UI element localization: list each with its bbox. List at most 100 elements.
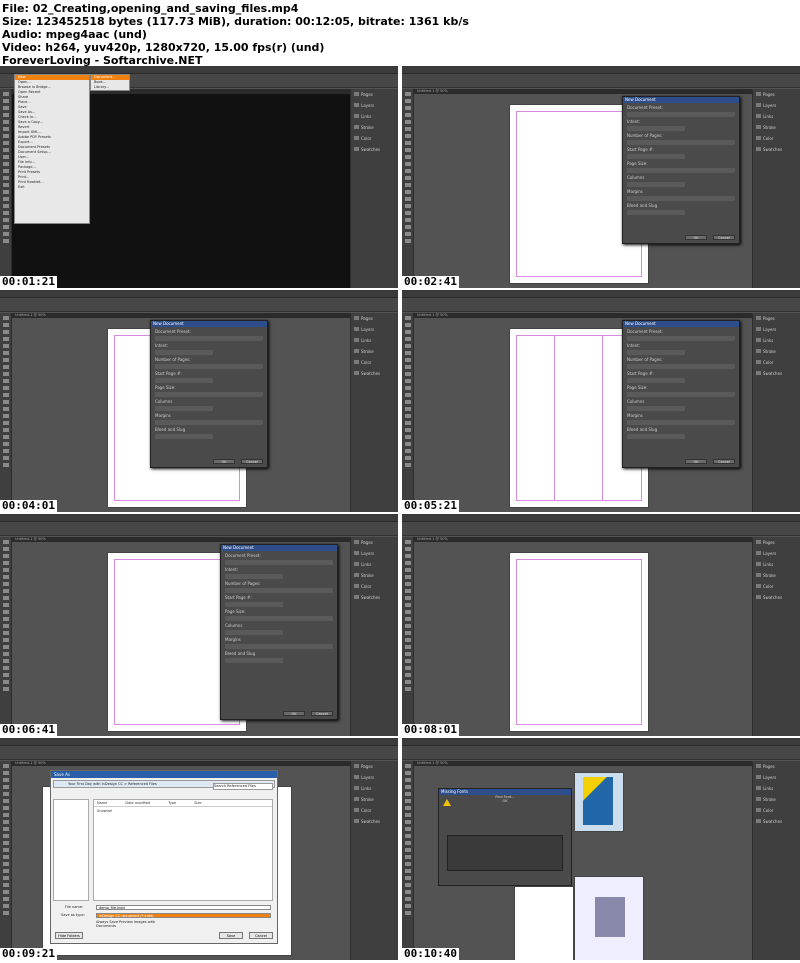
panel-tab[interactable]: Pages [753, 89, 800, 100]
tool-icon[interactable] [404, 778, 411, 782]
panel-tab[interactable]: Links [753, 559, 800, 570]
tool-icon[interactable] [2, 680, 9, 684]
submenu-item[interactable]: Library... [91, 85, 129, 90]
tool-icon[interactable] [2, 211, 9, 215]
tool-icon[interactable] [404, 239, 411, 243]
dialog-field[interactable] [627, 112, 735, 117]
ok-button[interactable]: OK [685, 459, 707, 464]
dialog-field[interactable] [627, 196, 735, 201]
tool-icon[interactable] [404, 197, 411, 201]
tool-icon[interactable] [2, 890, 9, 894]
ok-button[interactable]: OK [283, 711, 305, 716]
panel-tab[interactable]: Layers [753, 324, 800, 335]
panel-tab[interactable]: Stroke [351, 122, 398, 133]
tool-icon[interactable] [404, 827, 411, 831]
tool-icon[interactable] [404, 547, 411, 551]
dialog-field[interactable] [155, 350, 213, 355]
tool-icon[interactable] [404, 106, 411, 110]
tool-icon[interactable] [404, 813, 411, 817]
tool-icon[interactable] [404, 624, 411, 628]
tool-icon[interactable] [2, 204, 9, 208]
dialog-field[interactable] [627, 140, 735, 145]
tool-icon[interactable] [2, 603, 9, 607]
tool-icon[interactable] [404, 561, 411, 565]
panel-tab[interactable]: Color [351, 133, 398, 144]
tool-icon[interactable] [2, 778, 9, 782]
column-header[interactable]: Type [168, 801, 176, 805]
dialog-field[interactable] [627, 336, 735, 341]
tool-icon[interactable] [2, 113, 9, 117]
tool-icon[interactable] [2, 799, 9, 803]
panel-tab[interactable]: Swatches [351, 816, 398, 827]
panel-tab[interactable]: Stroke [753, 570, 800, 581]
menu-item[interactable]: Exit [15, 185, 89, 190]
dialog-field[interactable] [627, 350, 685, 355]
tool-icon[interactable] [2, 337, 9, 341]
tool-icon[interactable] [2, 323, 9, 327]
tool-icon[interactable] [404, 190, 411, 194]
tool-icon[interactable] [404, 568, 411, 572]
tool-icon[interactable] [2, 813, 9, 817]
tool-icon[interactable] [404, 134, 411, 138]
dialog-field[interactable] [155, 336, 263, 341]
tool-icon[interactable] [404, 617, 411, 621]
panel-tab[interactable]: Links [351, 335, 398, 346]
tool-icon[interactable] [404, 449, 411, 453]
panel-tab[interactable]: Stroke [351, 570, 398, 581]
cancel-button[interactable]: Cancel [713, 235, 735, 240]
dialog-field[interactable] [627, 154, 685, 159]
dialog-field[interactable] [225, 560, 333, 565]
tool-icon[interactable] [404, 855, 411, 859]
tool-icon[interactable] [404, 337, 411, 341]
tool-icon[interactable] [2, 610, 9, 614]
panel-tab[interactable]: Pages [351, 89, 398, 100]
tool-icon[interactable] [2, 687, 9, 691]
tool-icon[interactable] [404, 225, 411, 229]
tool-icon[interactable] [2, 596, 9, 600]
dialog-field[interactable] [627, 392, 735, 397]
tool-icon[interactable] [404, 589, 411, 593]
tool-icon[interactable] [404, 652, 411, 656]
tool-icon[interactable] [404, 428, 411, 432]
tool-icon[interactable] [404, 127, 411, 131]
tool-icon[interactable] [404, 834, 411, 838]
panel-tab[interactable]: Pages [351, 761, 398, 772]
panel-tab[interactable]: Swatches [753, 592, 800, 603]
tool-icon[interactable] [2, 631, 9, 635]
tool-icon[interactable] [2, 148, 9, 152]
tool-icon[interactable] [2, 225, 9, 229]
tool-icon[interactable] [2, 428, 9, 432]
tool-icon[interactable] [404, 148, 411, 152]
tool-icon[interactable] [404, 351, 411, 355]
tool-icon[interactable] [404, 155, 411, 159]
tool-icon[interactable] [2, 393, 9, 397]
tool-icon[interactable] [404, 183, 411, 187]
tool-icon[interactable] [2, 848, 9, 852]
tool-icon[interactable] [404, 659, 411, 663]
dialog-field[interactable] [155, 392, 263, 397]
tool-icon[interactable] [2, 547, 9, 551]
panel-tab[interactable]: Layers [753, 100, 800, 111]
tool-icon[interactable] [404, 358, 411, 362]
tool-icon[interactable] [404, 610, 411, 614]
tool-icon[interactable] [404, 799, 411, 803]
tool-icon[interactable] [2, 771, 9, 775]
panel-tab[interactable]: Stroke [753, 122, 800, 133]
tool-icon[interactable] [404, 386, 411, 390]
tool-icon[interactable] [404, 666, 411, 670]
tool-icon[interactable] [2, 183, 9, 187]
tool-icon[interactable] [2, 764, 9, 768]
panel-tab[interactable]: Stroke [351, 346, 398, 357]
tool-icon[interactable] [2, 218, 9, 222]
tool-icon[interactable] [2, 883, 9, 887]
tool-icon[interactable] [2, 141, 9, 145]
tool-icon[interactable] [2, 442, 9, 446]
panel-tab[interactable]: Pages [753, 537, 800, 548]
tool-icon[interactable] [404, 162, 411, 166]
tool-icon[interactable] [404, 407, 411, 411]
tool-icon[interactable] [404, 330, 411, 334]
panel-tab[interactable]: Swatches [753, 368, 800, 379]
tool-icon[interactable] [404, 120, 411, 124]
ok-button[interactable]: OK [213, 459, 235, 464]
tool-icon[interactable] [404, 113, 411, 117]
